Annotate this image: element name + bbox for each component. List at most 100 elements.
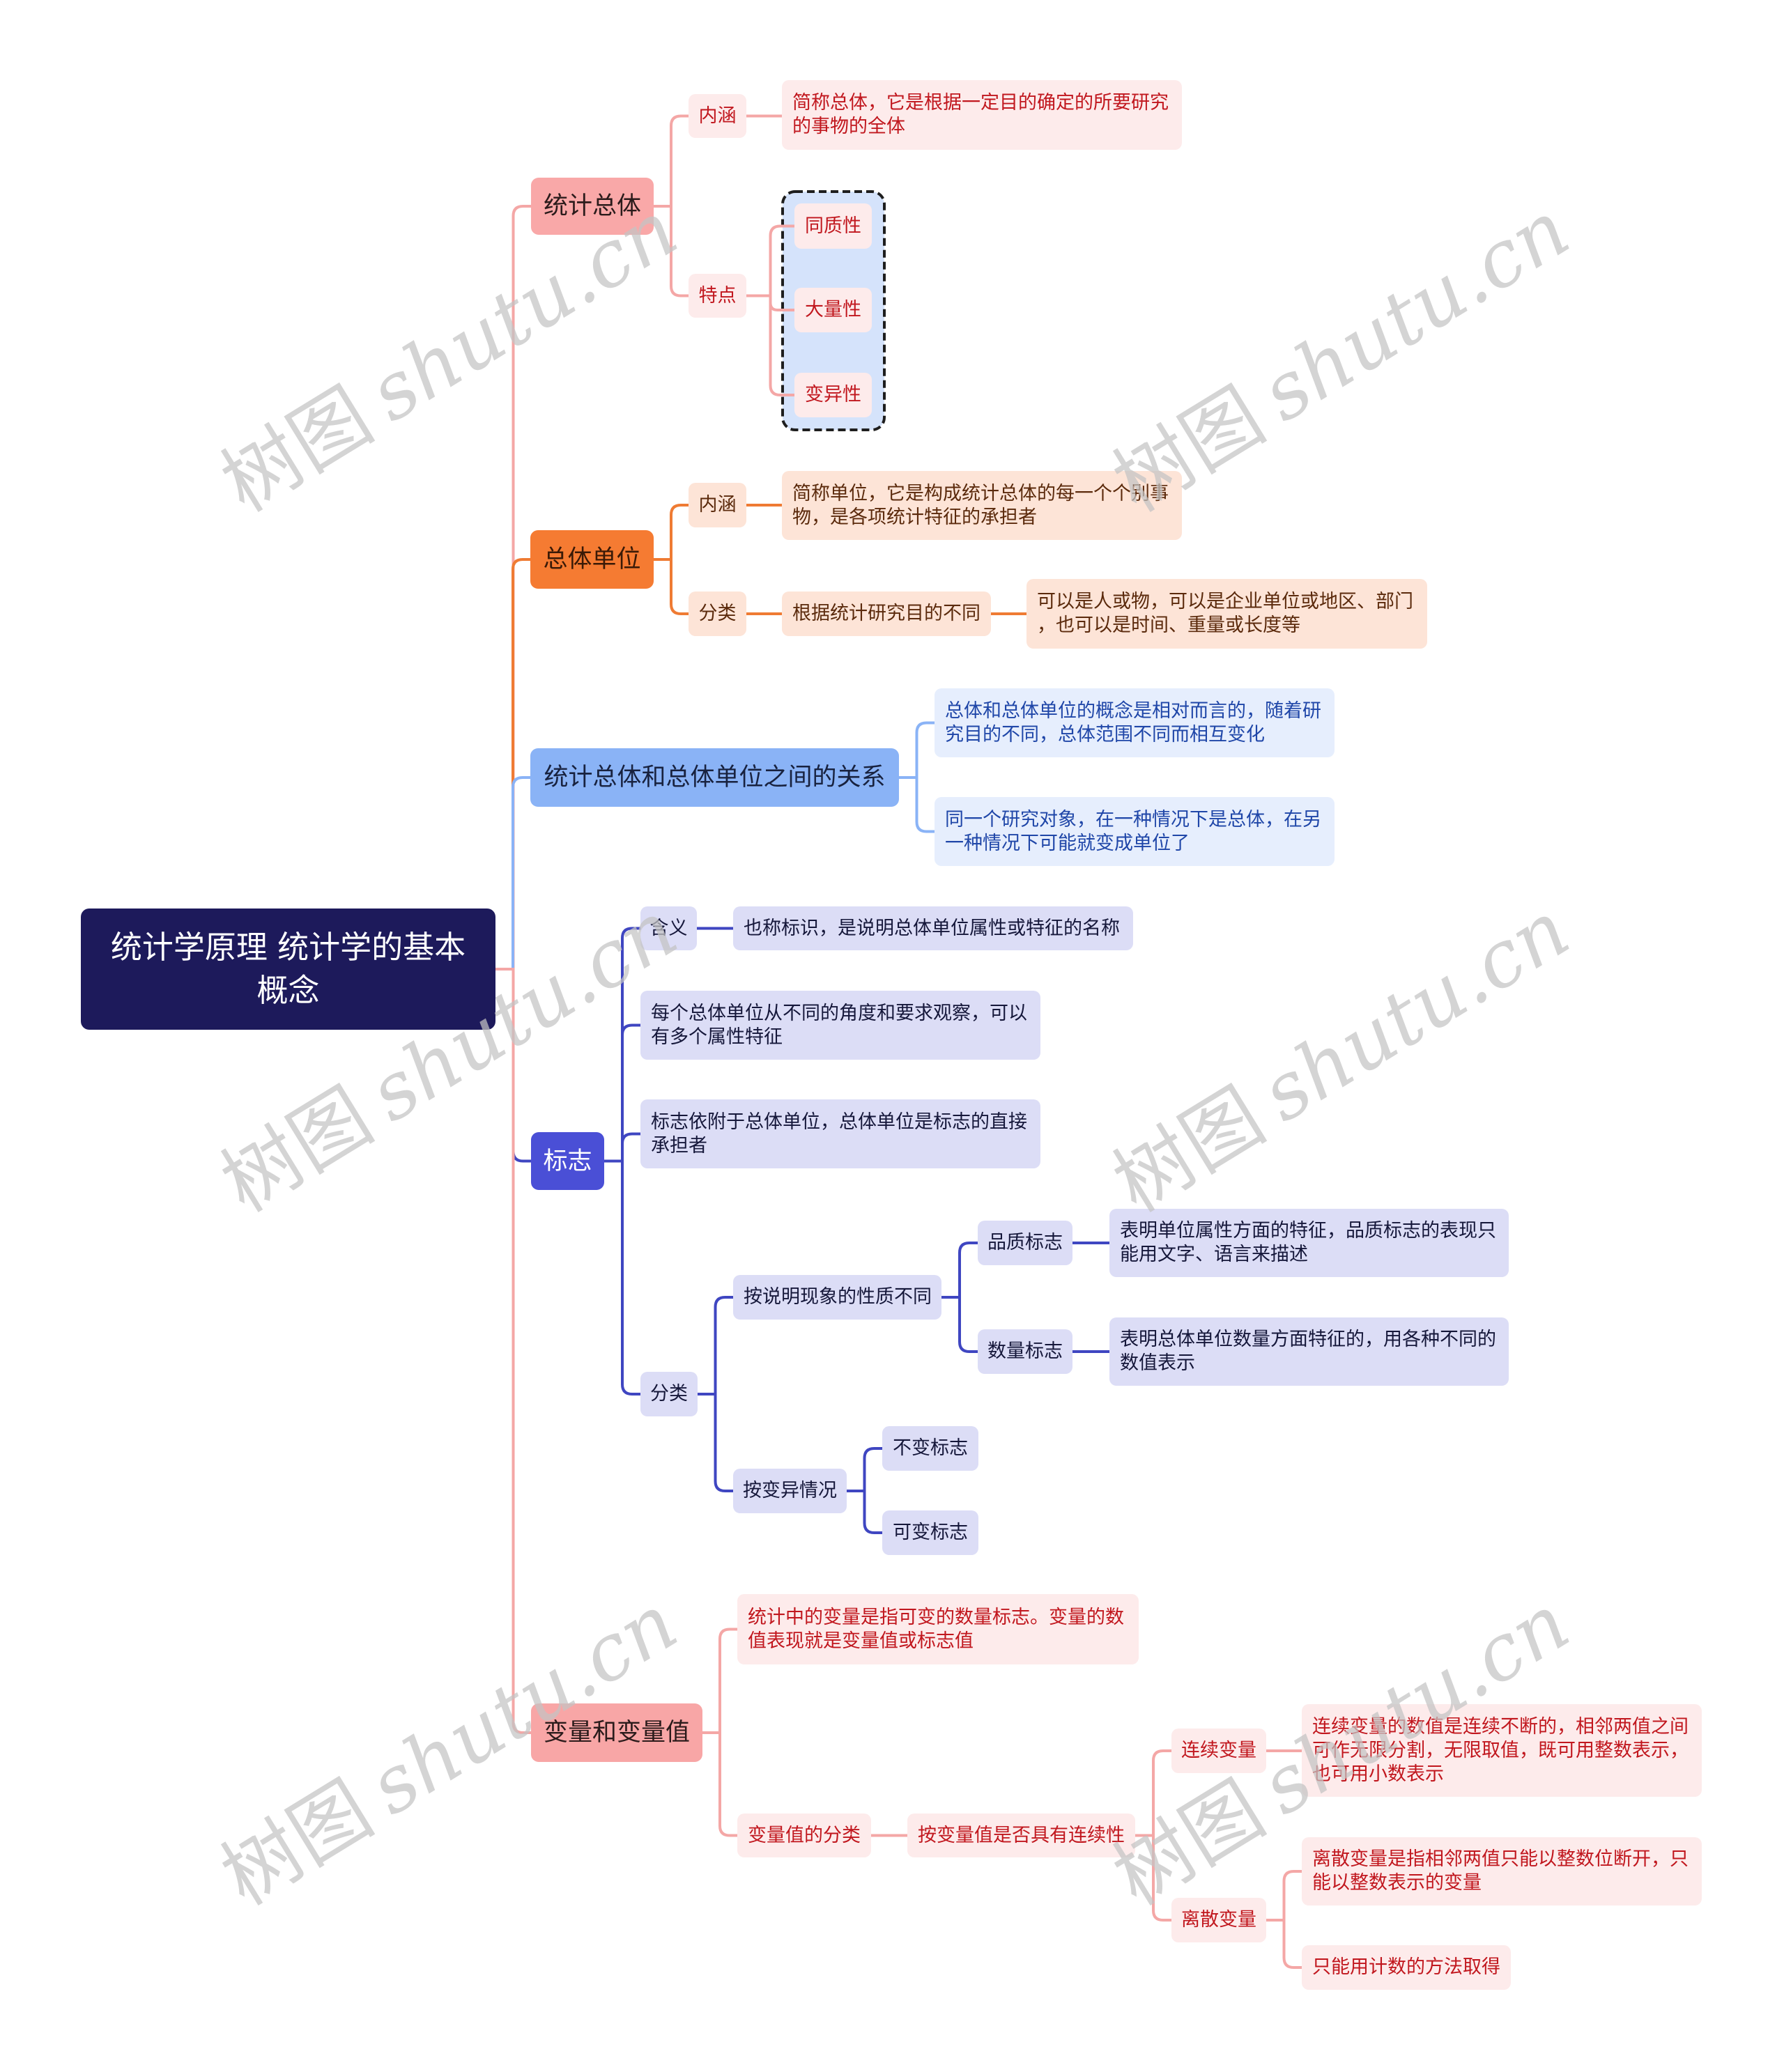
note-text: 可以是人或物，可以是企业单位或地区、部门 ，也可以是时间、重量或长度等 (1037, 591, 1413, 636)
subtopic-classification: 分类 (640, 1372, 698, 1416)
subtopic-label: 按变量值是否具有连续性 (918, 1824, 1125, 1846)
note-relative-concept: 总体和总体单位的概念是相对而言的，随着研 究目的不同，总体范围不同而相互变化 (935, 688, 1335, 757)
note-text: 总体和总体单位的概念是相对而言的，随着研 究目的不同，总体范围不同而相互变化 (945, 699, 1321, 745)
subtopic-label: 不变标志 (893, 1437, 968, 1459)
subtopic-label: 特点 (698, 284, 737, 307)
connector-line (1266, 1870, 1302, 1922)
connector-line (654, 114, 689, 208)
connector-line (654, 205, 689, 297)
subtopic-by-continuity: 按变量值是否具有连续性 (907, 1814, 1135, 1857)
subtopic-label: 离散变量 (1181, 1909, 1256, 1931)
characteristic-variability: 变异性 (794, 373, 872, 417)
mind-map-canvas: 统计学原理 统计学的基本 概念 统计总体 内涵 简称总体，它是根据一定目的确定的… (0, 0, 1784, 2072)
topic-indicator: 标志 (531, 1132, 604, 1190)
subtopic-characteristics: 特点 (689, 274, 746, 318)
note-variable-definition: 统计中的变量是指可变的数量标志。变量的数 值表现就是变量值或标志值 (737, 1594, 1139, 1664)
note-unit-definition: 简称单位，它是构成统计总体的每一个个别事 物，是各项统计特征的承担者 (782, 471, 1182, 540)
connector-line (899, 776, 935, 833)
note-indicator-definition: 也称标识，是说明总体单位属性或特征的名称 (733, 906, 1133, 950)
note-text: 连续变量的数值是连续不断的，相邻两值之间 可作无限分割，无限取值，既可用整数表示… (1312, 1715, 1689, 1785)
central-topic-title: 统计学原理 统计学的基本 概念 (110, 929, 466, 1009)
connector-line (941, 1242, 978, 1299)
connector-line (1135, 1749, 1171, 1837)
note-text: 简称总体，它是根据一定目的确定的所要研究 的事物的全体 (792, 92, 1169, 137)
subtopic-label: 内涵 (698, 494, 737, 516)
note-indicator-dependency: 标志依附于总体单位，总体单位是标志的直接 承担者 (640, 1099, 1040, 1168)
subtopic-qualitative-indicator: 品质标志 (978, 1221, 1072, 1265)
connector-line (702, 1628, 737, 1734)
connector-line (495, 968, 531, 1734)
connector-line (847, 1447, 882, 1492)
subtopic-by-variation: 按变异情况 (733, 1469, 847, 1513)
subtopic-constant-indicator: 不变标志 (882, 1426, 978, 1471)
note-text: 表明总体单位数量方面特征的，用各种不同的 数值表示 (1120, 1329, 1496, 1374)
subtopic-connotation: 内涵 (689, 94, 746, 138)
subtopic-label: 含义 (649, 917, 688, 939)
subtopic-label: 分类 (650, 1383, 688, 1405)
note-multiple-attributes: 每个总体单位从不同的角度和要求观察，可以 有多个属性特征 (640, 991, 1040, 1060)
note-unit-examples: 可以是人或物，可以是企业单位或地区、部门 ，也可以是时间、重量或长度等 (1026, 579, 1427, 649)
subtopic-discrete-variable: 离散变量 (1171, 1898, 1266, 1942)
subtopic-label: 大量性 (805, 299, 861, 320)
subtopic-by-research-purpose: 根据统计研究目的不同 (782, 592, 991, 636)
note-text: 也称标识，是说明总体单位属性或特征的名称 (744, 917, 1120, 939)
note-text: 标志依附于总体单位，总体单位是标志的直接 承担者 (651, 1111, 1027, 1157)
subtopic-variable-value-classification: 变量值的分类 (737, 1814, 871, 1857)
subtopic-label: 同质性 (805, 215, 861, 237)
topic-population-unit: 总体单位 (530, 530, 654, 589)
note-role-switch: 同一个研究对象，在一种情况下是总体，在另 一种情况下可能就变成单位了 (935, 797, 1335, 866)
topic-statistical-population: 统计总体 (531, 178, 654, 235)
connector-line (746, 224, 794, 297)
subtopic-label: 可变标志 (893, 1522, 968, 1543)
subtopic-by-nature: 按说明现象的性质不同 (733, 1275, 941, 1320)
characteristic-massiveness: 大量性 (794, 288, 872, 332)
note-text: 每个总体单位从不同的角度和要求观察，可以 有多个属性特征 (651, 1002, 1027, 1048)
subtopic-connotation: 内涵 (689, 483, 746, 527)
connector-line (654, 504, 689, 561)
connector-line (941, 1296, 978, 1353)
connector-line (847, 1490, 882, 1534)
central-topic: 统计学原理 统计学的基本 概念 (81, 909, 495, 1030)
note-discrete-counting: 只能用计数的方法取得 (1302, 1945, 1511, 1990)
note-text: 简称单位，它是构成统计总体的每一个个别事 物，是各项统计特征的承担者 (792, 482, 1169, 528)
subtopic-label: 数量标志 (987, 1340, 1063, 1362)
subtopic-label: 变量值的分类 (748, 1824, 861, 1846)
subtopic-continuous-variable: 连续变量 (1171, 1729, 1266, 1773)
note-text: 只能用计数的方法取得 (1312, 1956, 1500, 1978)
subtopic-label: 按变异情况 (743, 1480, 837, 1501)
subtopic-label: 内涵 (698, 105, 737, 127)
topic-label: 标志 (543, 1147, 592, 1175)
connector-line (604, 1132, 640, 1163)
note-text: 表明单位属性方面的特征，品质标志的表现只 能用文字、语言来描述 (1120, 1220, 1496, 1265)
connector-line (495, 776, 530, 971)
note-population-definition: 简称总体，它是根据一定目的确定的所要研究 的事物的全体 (782, 80, 1182, 150)
topic-label: 变量和变量值 (543, 1719, 690, 1747)
subtopic-label: 分类 (698, 603, 737, 624)
note-text: 统计中的变量是指可变的数量标志。变量的数 值表现就是变量值或标志值 (748, 1606, 1124, 1652)
connector-line (702, 1731, 737, 1837)
connector-line (1266, 1919, 1302, 1969)
subtopic-meaning: 含义 (640, 906, 697, 950)
topic-variable-and-value: 变量和变量值 (531, 1703, 702, 1762)
note-text: 同一个研究对象，在一种情况下是总体，在另 一种情况下可能就变成单位了 (945, 808, 1321, 854)
subtopic-variable-indicator: 可变标志 (882, 1510, 978, 1555)
subtopic-classification: 分类 (689, 592, 746, 636)
subtopic-label: 根据统计研究目的不同 (792, 603, 981, 624)
topic-population-unit-relationship: 统计总体和总体单位之间的关系 (530, 748, 899, 807)
note-qualitative-indicator: 表明单位属性方面的特征，品质标志的表现只 能用文字、语言来描述 (1109, 1209, 1509, 1277)
note-quantitative-indicator: 表明总体单位数量方面特征的，用各种不同的 数值表示 (1109, 1317, 1509, 1386)
subtopic-quantitative-indicator: 数量标志 (978, 1329, 1072, 1374)
note-discrete-variable: 离散变量是指相邻两值只能以整数位断开，只 能以整数表示的变量 (1302, 1837, 1702, 1905)
topic-label: 统计总体和总体单位之间的关系 (544, 764, 886, 791)
connector-line (604, 1159, 640, 1395)
subtopic-label: 连续变量 (1181, 1740, 1256, 1761)
note-text: 离散变量是指相邻两值只能以整数位断开，只 能以整数表示的变量 (1312, 1848, 1689, 1894)
subtopic-label: 按说明现象的性质不同 (744, 1286, 932, 1308)
connector-line (899, 721, 935, 779)
subtopic-label: 品质标志 (987, 1232, 1063, 1253)
note-continuous-variable: 连续变量的数值是连续不断的，相邻两值之间 可作无限分割，无限取值，既可用整数表示… (1302, 1704, 1702, 1797)
connector-line (698, 1296, 733, 1395)
connector-line (654, 558, 689, 615)
characteristic-homogeneity: 同质性 (794, 203, 872, 249)
subtopic-label: 变异性 (805, 384, 861, 405)
